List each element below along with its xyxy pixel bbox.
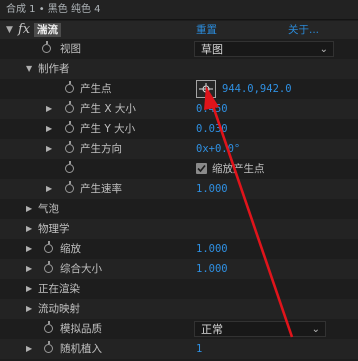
property-label: 产生方向 (80, 143, 122, 155)
stopwatch-icon[interactable] (65, 121, 74, 133)
breadcrumb: 合成 1 • 黑色 纯色 4 (0, 0, 358, 20)
property-row-produce-direction: ▶ 产生方向 0x+0.0° (0, 139, 358, 159)
checkbox-label: 缩放产生点 (212, 163, 265, 175)
dropdown-value: 正常 (201, 323, 223, 336)
chevron-down-icon: ⌄ (311, 324, 320, 335)
view-dropdown[interactable]: 草图 ⌄ (194, 41, 334, 57)
effect-header: ▼ fx 湍流 重置 关于... (0, 21, 358, 39)
stopwatch-icon[interactable] (65, 81, 74, 93)
about-button[interactable]: 关于... (288, 21, 319, 39)
expand-triangle-icon[interactable]: ▶ (26, 279, 32, 299)
expand-triangle-icon[interactable]: ▶ (26, 299, 32, 319)
stopwatch-icon[interactable] (42, 41, 51, 53)
property-label: 综合大小 (60, 263, 102, 275)
expand-triangle-icon[interactable]: ▼ (26, 59, 32, 79)
group-label: 制作者 (38, 63, 70, 75)
crosshair-button[interactable] (196, 80, 216, 98)
produce-y-value[interactable]: 0.030 (196, 119, 228, 139)
property-row-produce-point: 产生点 944.0,942.0 (0, 79, 358, 99)
checkmark-icon (197, 164, 206, 173)
reset-button[interactable]: 重置 (196, 21, 217, 39)
stopwatch-icon[interactable] (65, 181, 74, 193)
expand-triangle-icon[interactable]: ▶ (46, 179, 52, 199)
expand-triangle-icon[interactable]: ▶ (46, 99, 52, 119)
property-label: 产生 X 大小 (80, 103, 136, 115)
stopwatch-icon[interactable] (44, 321, 53, 333)
property-group-flow-map[interactable]: ▶ 流动映射 (0, 299, 358, 319)
crosshair-icon (199, 83, 213, 95)
fx-icon[interactable]: fx (18, 21, 30, 39)
property-label: 缩放 (60, 243, 81, 255)
property-row-random-seed: ▶ 随机植入 1 (0, 339, 358, 359)
property-row-produce-rate: ▶ 产生速率 1.000 (0, 179, 358, 199)
produce-point-value[interactable]: 944.0,942.0 (222, 79, 292, 99)
property-row-produce-y: ▶ 产生 Y 大小 0.030 (0, 119, 358, 139)
chevron-down-icon: ⌄ (319, 44, 328, 55)
expand-triangle-icon[interactable]: ▶ (26, 219, 32, 239)
expand-triangle-icon[interactable]: ▶ (26, 239, 32, 259)
property-row-sim-quality: 模拟品质 正常 ⌄ (0, 319, 358, 339)
produce-direction-value[interactable]: 0x+0.0° (196, 139, 240, 159)
produce-rate-value[interactable]: 1.000 (196, 179, 228, 199)
property-label: 产生 Y 大小 (80, 123, 136, 135)
total-size-value[interactable]: 1.000 (196, 259, 228, 279)
property-label: 产生点 (80, 83, 112, 95)
property-group-rendering[interactable]: ▶ 正在渲染 (0, 279, 358, 299)
group-label: 正在渲染 (38, 283, 80, 295)
random-seed-value[interactable]: 1 (196, 339, 202, 359)
stopwatch-icon[interactable] (65, 141, 74, 153)
group-label: 流动映射 (38, 303, 80, 315)
property-row-total-size: ▶ 综合大小 1.000 (0, 259, 358, 279)
zoom-value[interactable]: 1.000 (196, 239, 228, 259)
expand-triangle-icon[interactable]: ▶ (26, 339, 32, 359)
stopwatch-icon[interactable] (65, 101, 74, 113)
property-row-zoom: ▶ 缩放 1.000 (0, 239, 358, 259)
produce-x-value[interactable]: 0.450 (196, 99, 228, 119)
property-row-scale-point: 缩放产生点 (0, 159, 358, 179)
property-label: 模拟品质 (60, 323, 102, 335)
collapse-triangle-icon[interactable]: ▼ (6, 25, 13, 35)
property-label: 随机植入 (60, 343, 102, 355)
stopwatch-icon[interactable] (44, 261, 53, 273)
group-label: 物理学 (38, 223, 70, 235)
stopwatch-icon[interactable] (44, 341, 53, 353)
expand-triangle-icon[interactable]: ▶ (46, 119, 52, 139)
stopwatch-icon[interactable] (65, 161, 74, 173)
property-label: 视图 (60, 43, 81, 55)
property-row-produce-x: ▶ 产生 X 大小 0.450 (0, 99, 358, 119)
dropdown-value: 草图 (201, 43, 223, 56)
property-group-producer[interactable]: ▼ 制作者 (0, 59, 358, 79)
property-group-physics[interactable]: ▶ 物理学 (0, 219, 358, 239)
stopwatch-icon[interactable] (44, 241, 53, 253)
property-label: 产生速率 (80, 183, 122, 195)
expand-triangle-icon[interactable]: ▶ (26, 259, 32, 279)
sim-quality-dropdown[interactable]: 正常 ⌄ (194, 321, 326, 337)
scale-point-checkbox[interactable] (196, 163, 207, 174)
property-group-bubble[interactable]: ▶ 气泡 (0, 199, 358, 219)
effect-name[interactable]: 湍流 (34, 23, 61, 37)
expand-triangle-icon[interactable]: ▶ (26, 199, 32, 219)
group-label: 气泡 (38, 203, 59, 215)
expand-triangle-icon[interactable]: ▶ (46, 139, 52, 159)
property-row-view: 视图 草图 ⌄ (0, 39, 358, 59)
